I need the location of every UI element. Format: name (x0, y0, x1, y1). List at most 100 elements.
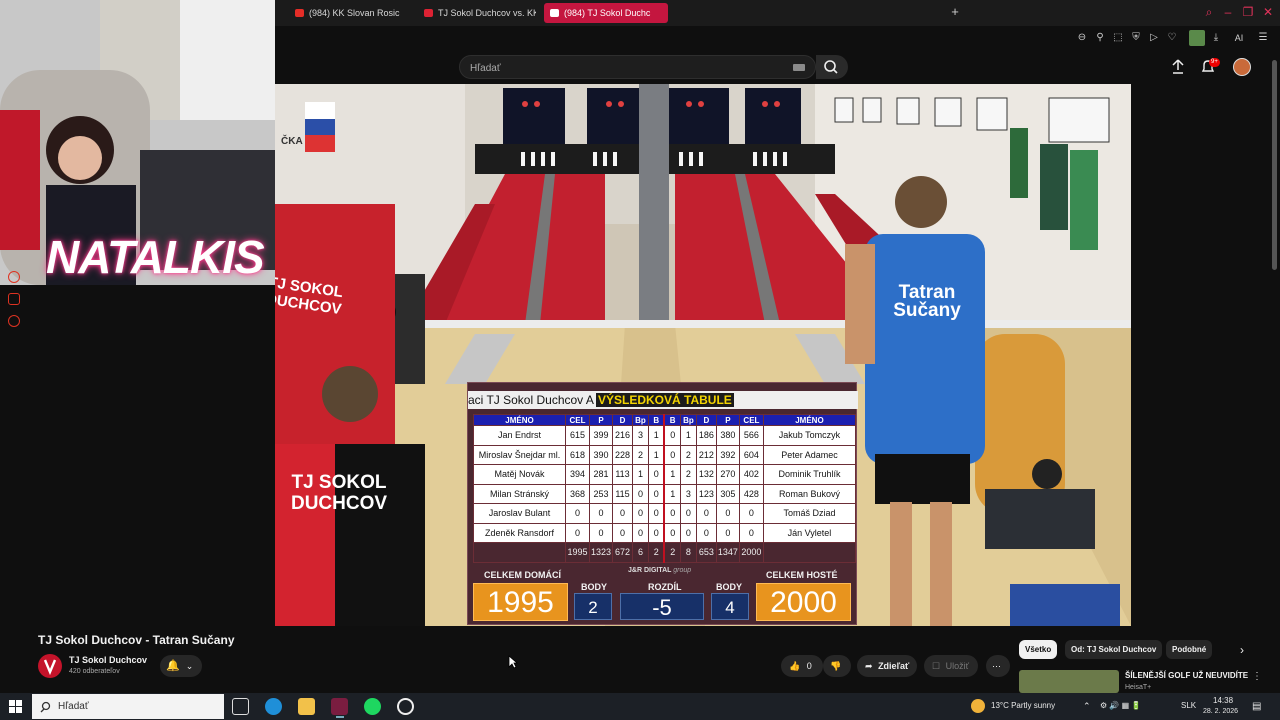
windows-start-icon[interactable] (9, 700, 23, 714)
search-icon[interactable]: ⌕ (1201, 4, 1217, 20)
maximize-icon[interactable]: ❐ (1240, 4, 1256, 20)
pin-icon[interactable]: ⚲ (1093, 31, 1107, 45)
banner-text: ČKA (281, 136, 303, 147)
scoreboard-cell: 604 (738, 444, 764, 465)
scoreboard-header-cell: B (663, 414, 681, 426)
search-icon (40, 701, 51, 713)
scoreboard-cell: 0 (738, 503, 764, 524)
notification-center-icon[interactable]: ▤ (1252, 701, 1261, 712)
tray-icons[interactable]: ⚙ 🔊 ▦ 🔋 (1100, 701, 1141, 710)
score-difference: -5 (620, 593, 704, 620)
scoreboard-header-cell: CEL (738, 414, 764, 426)
profile-avatar[interactable] (1189, 30, 1205, 46)
shield-icon[interactable]: ⛨ (1129, 31, 1143, 45)
zoom-icon[interactable]: ⊖ (1075, 31, 1089, 45)
scoreboard-cell: 618 (564, 444, 590, 465)
youtube-icon (550, 9, 559, 17)
scoreboard-cell: 394 (564, 464, 590, 485)
scoreboard-cell: 1 (647, 444, 665, 465)
scoreboard-cell: 0 (588, 503, 614, 524)
keyboard-icon[interactable] (793, 64, 805, 71)
scoreboard-header-cell: Bp (679, 414, 697, 426)
scoreboard-header-cell: P (588, 414, 614, 426)
search-button[interactable] (816, 55, 848, 79)
recommended-title[interactable]: ŠÍLENĚJŠÍ GOLF UŽ NEUVIDÍTE (1125, 671, 1248, 680)
minimize-icon[interactable]: – (1220, 4, 1236, 20)
brand-label: J&R DIGITAL group (628, 567, 692, 574)
menu-icon[interactable]: ☰ (1256, 31, 1270, 45)
scoreboard-total-cell: 1323 (588, 542, 614, 563)
page-scrollbar[interactable] (1272, 60, 1277, 270)
scoreboard-total-cell: 672 (612, 542, 633, 563)
chip-all[interactable]: Všetko (1019, 640, 1058, 659)
scoreboard-cell: 253 (588, 483, 614, 504)
weather-icon[interactable] (971, 699, 985, 713)
scoreboard-cell: 186 (695, 425, 717, 446)
home-total-label: CELKEM DOMÁCÍ (484, 570, 561, 580)
dislike-button[interactable]: 👎 (823, 655, 851, 677)
home-player-name: Miroslav Šnejdar ml. (473, 444, 566, 465)
language-indicator[interactable]: SLK (1181, 701, 1196, 710)
browser-tab-strip: (984) KK Slovan Rosic TJ Sokol Duchcov v… (275, 0, 1280, 26)
share-button[interactable]: ➦ Zdieľať (857, 655, 917, 677)
site-icon (424, 9, 433, 17)
scoreboard-cell: 615 (564, 425, 590, 446)
taskbar-search[interactable]: Hľadať (32, 694, 224, 719)
close-icon[interactable]: ✕ (1260, 4, 1276, 20)
weather-text[interactable]: 13°C Partly sunny (991, 701, 1055, 710)
save-button[interactable]: ☐ Uložiť (924, 655, 978, 677)
scoreboard-cell: 113 (612, 464, 633, 485)
scoreboard-cell: 0 (647, 503, 665, 524)
settings-icon[interactable] (8, 315, 20, 327)
file-explorer-icon[interactable] (298, 698, 315, 715)
more-icon[interactable]: ⋯ (986, 655, 1010, 677)
browser-tab-active[interactable]: (984) TJ Sokol Duchc (544, 3, 668, 23)
like-button[interactable]: 👍 0 (781, 655, 823, 677)
play-icon[interactable]: ▷ (1147, 31, 1161, 45)
spotify-icon[interactable] (364, 698, 381, 715)
channel-avatar[interactable] (38, 654, 62, 678)
download-icon[interactable]: ⤓ (1209, 31, 1223, 45)
account-avatar[interactable] (1233, 58, 1251, 76)
chip-from-channel[interactable]: Od: TJ Sokol Duchcov (1065, 640, 1163, 659)
chat-icon[interactable] (8, 293, 20, 305)
obs-icon[interactable] (397, 698, 414, 715)
browser-tab-2[interactable]: TJ Sokol Duchcov vs. KK (418, 3, 536, 23)
scoreboard-total-cell: 2 (663, 542, 681, 563)
recommended-thumbnail[interactable] (1019, 670, 1119, 693)
new-tab-button[interactable]: + (948, 4, 962, 20)
scoreboard-header: aci TJ Sokol Duchcov A VÝSLEDKOVÁ TABULE (468, 391, 858, 409)
tray-chevron-icon[interactable]: ⌃ (1083, 701, 1091, 712)
streamer-webcam: NATALKIS (0, 0, 275, 285)
scoreboard-cell: 0 (679, 522, 697, 543)
browser-tab-1[interactable]: (984) KK Slovan Rosic (289, 3, 415, 23)
clock-date[interactable]: 28. 2. 2026 (1203, 708, 1238, 715)
search-box[interactable] (459, 55, 816, 79)
task-view-icon[interactable] (232, 698, 249, 715)
bell-icon: 🔔 (166, 660, 180, 672)
away-total-label: CELKEM HOSTÉ (766, 570, 838, 580)
recommended-more-icon[interactable]: ⋮ (1252, 671, 1262, 682)
heart-icon[interactable]: ♡ (1165, 31, 1179, 45)
scoreboard-cell: 399 (588, 425, 614, 446)
chip-related[interactable]: Podobné (1166, 640, 1213, 659)
share-label: Zdieľať (878, 661, 910, 671)
clock-time[interactable]: 14:38 (1213, 696, 1233, 705)
opera-gx-icon[interactable] (331, 698, 348, 715)
clock-icon[interactable] (8, 271, 20, 283)
edge-icon[interactable] (265, 698, 282, 715)
search-input[interactable] (470, 60, 770, 76)
mouse-cursor-icon (508, 655, 518, 669)
scoreboard-header-cell: JMÉNO (762, 414, 857, 426)
chevron-right-icon[interactable]: › (1240, 643, 1244, 657)
scoreboard-cell: 2 (679, 464, 697, 485)
screenshot-icon[interactable]: ⬚ (1111, 31, 1125, 45)
scoreboard-cell: 428 (738, 483, 764, 504)
scoreboard-total-cell: 653 (695, 542, 717, 563)
scoreboard-cell: 566 (738, 425, 764, 446)
channel-name[interactable]: TJ Sokol Duchcov (69, 655, 147, 665)
scoreboard-total-cell: 1995 (564, 542, 590, 563)
upload-icon[interactable] (1170, 58, 1186, 76)
subscribe-bell-button[interactable]: 🔔 ⌄ (160, 655, 202, 677)
ai-button[interactable]: AI (1228, 31, 1250, 45)
